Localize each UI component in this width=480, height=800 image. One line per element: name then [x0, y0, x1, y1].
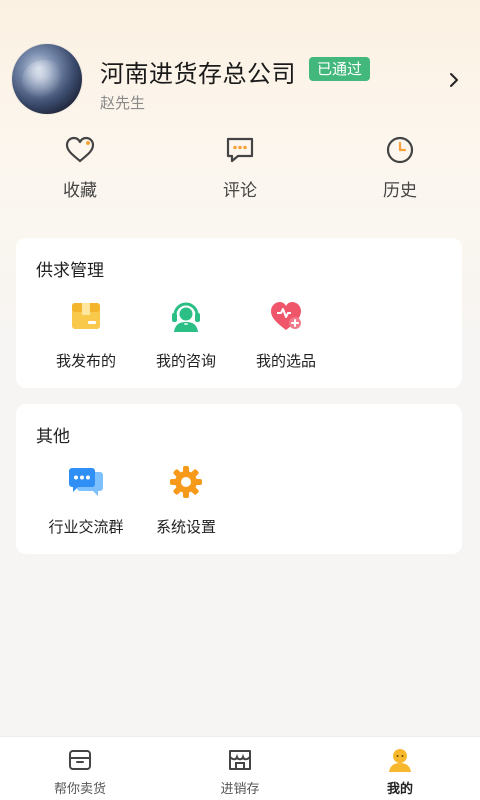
heart-plus-icon [266, 296, 306, 336]
comments-label: 评论 [223, 181, 257, 201]
tab-inventory[interactable]: 进销存 [180, 737, 300, 800]
store-icon [229, 750, 251, 770]
comments-button[interactable]: 评论 [190, 134, 290, 204]
company-name: 河南进货存总公司 [100, 60, 296, 88]
my-selection-label: 我的选品 [255, 352, 316, 370]
my-posts-label: 我发布的 [55, 352, 116, 370]
user-icon [389, 749, 411, 772]
tab-sell-label: 帮你卖货 [53, 782, 106, 797]
favorites-button[interactable]: 收藏 [30, 134, 130, 204]
favorites-label: 收藏 [63, 181, 97, 201]
clock-icon [386, 136, 414, 164]
other-title: 其他 [36, 427, 70, 447]
heart-icon [65, 136, 95, 163]
system-settings-label: 系统设置 [155, 518, 216, 536]
chat-bubbles-icon [66, 462, 106, 502]
gear-icon [166, 462, 206, 502]
my-inquiries-button[interactable]: 我的咨询 [136, 296, 236, 371]
bottom-tab-bar: 帮你卖货 进销存 我的 [0, 736, 480, 800]
username: 赵先生 [100, 94, 146, 112]
tab-inventory-label: 进销存 [220, 782, 260, 797]
supply-title: 供求管理 [36, 261, 104, 281]
tab-mine[interactable]: 我的 [340, 737, 460, 800]
my-selection-button[interactable]: 我的选品 [236, 296, 336, 371]
system-settings-button[interactable]: 系统设置 [136, 462, 236, 537]
industry-group-label: 行业交流群 [48, 518, 124, 536]
industry-group-button[interactable]: 行业交流群 [36, 462, 136, 537]
supply-card: 供求管理 我发布的 我的咨询 我的选品 [16, 238, 462, 388]
my-posts-button[interactable]: 我发布的 [36, 296, 136, 371]
tab-mine-label: 我的 [386, 782, 413, 797]
avatar[interactable] [12, 44, 82, 114]
history-button[interactable]: 历史 [350, 134, 450, 204]
profile-row[interactable]: 河南进货存总公司 已通过 赵先生 [12, 44, 468, 116]
headset-icon [166, 296, 206, 336]
status-badge: 已通过 [309, 57, 371, 81]
tab-sell[interactable]: 帮你卖货 [20, 737, 140, 800]
shop-box-icon [69, 750, 91, 770]
my-inquiries-label: 我的咨询 [155, 352, 216, 370]
box-icon [66, 296, 106, 336]
comment-icon [226, 137, 254, 163]
other-card: 其他 行业交流群 系统设置 [16, 404, 462, 554]
quick-actions: 收藏 评论 历史 [0, 134, 480, 204]
chevron-right-icon[interactable] [444, 70, 464, 90]
history-label: 历史 [383, 181, 417, 201]
